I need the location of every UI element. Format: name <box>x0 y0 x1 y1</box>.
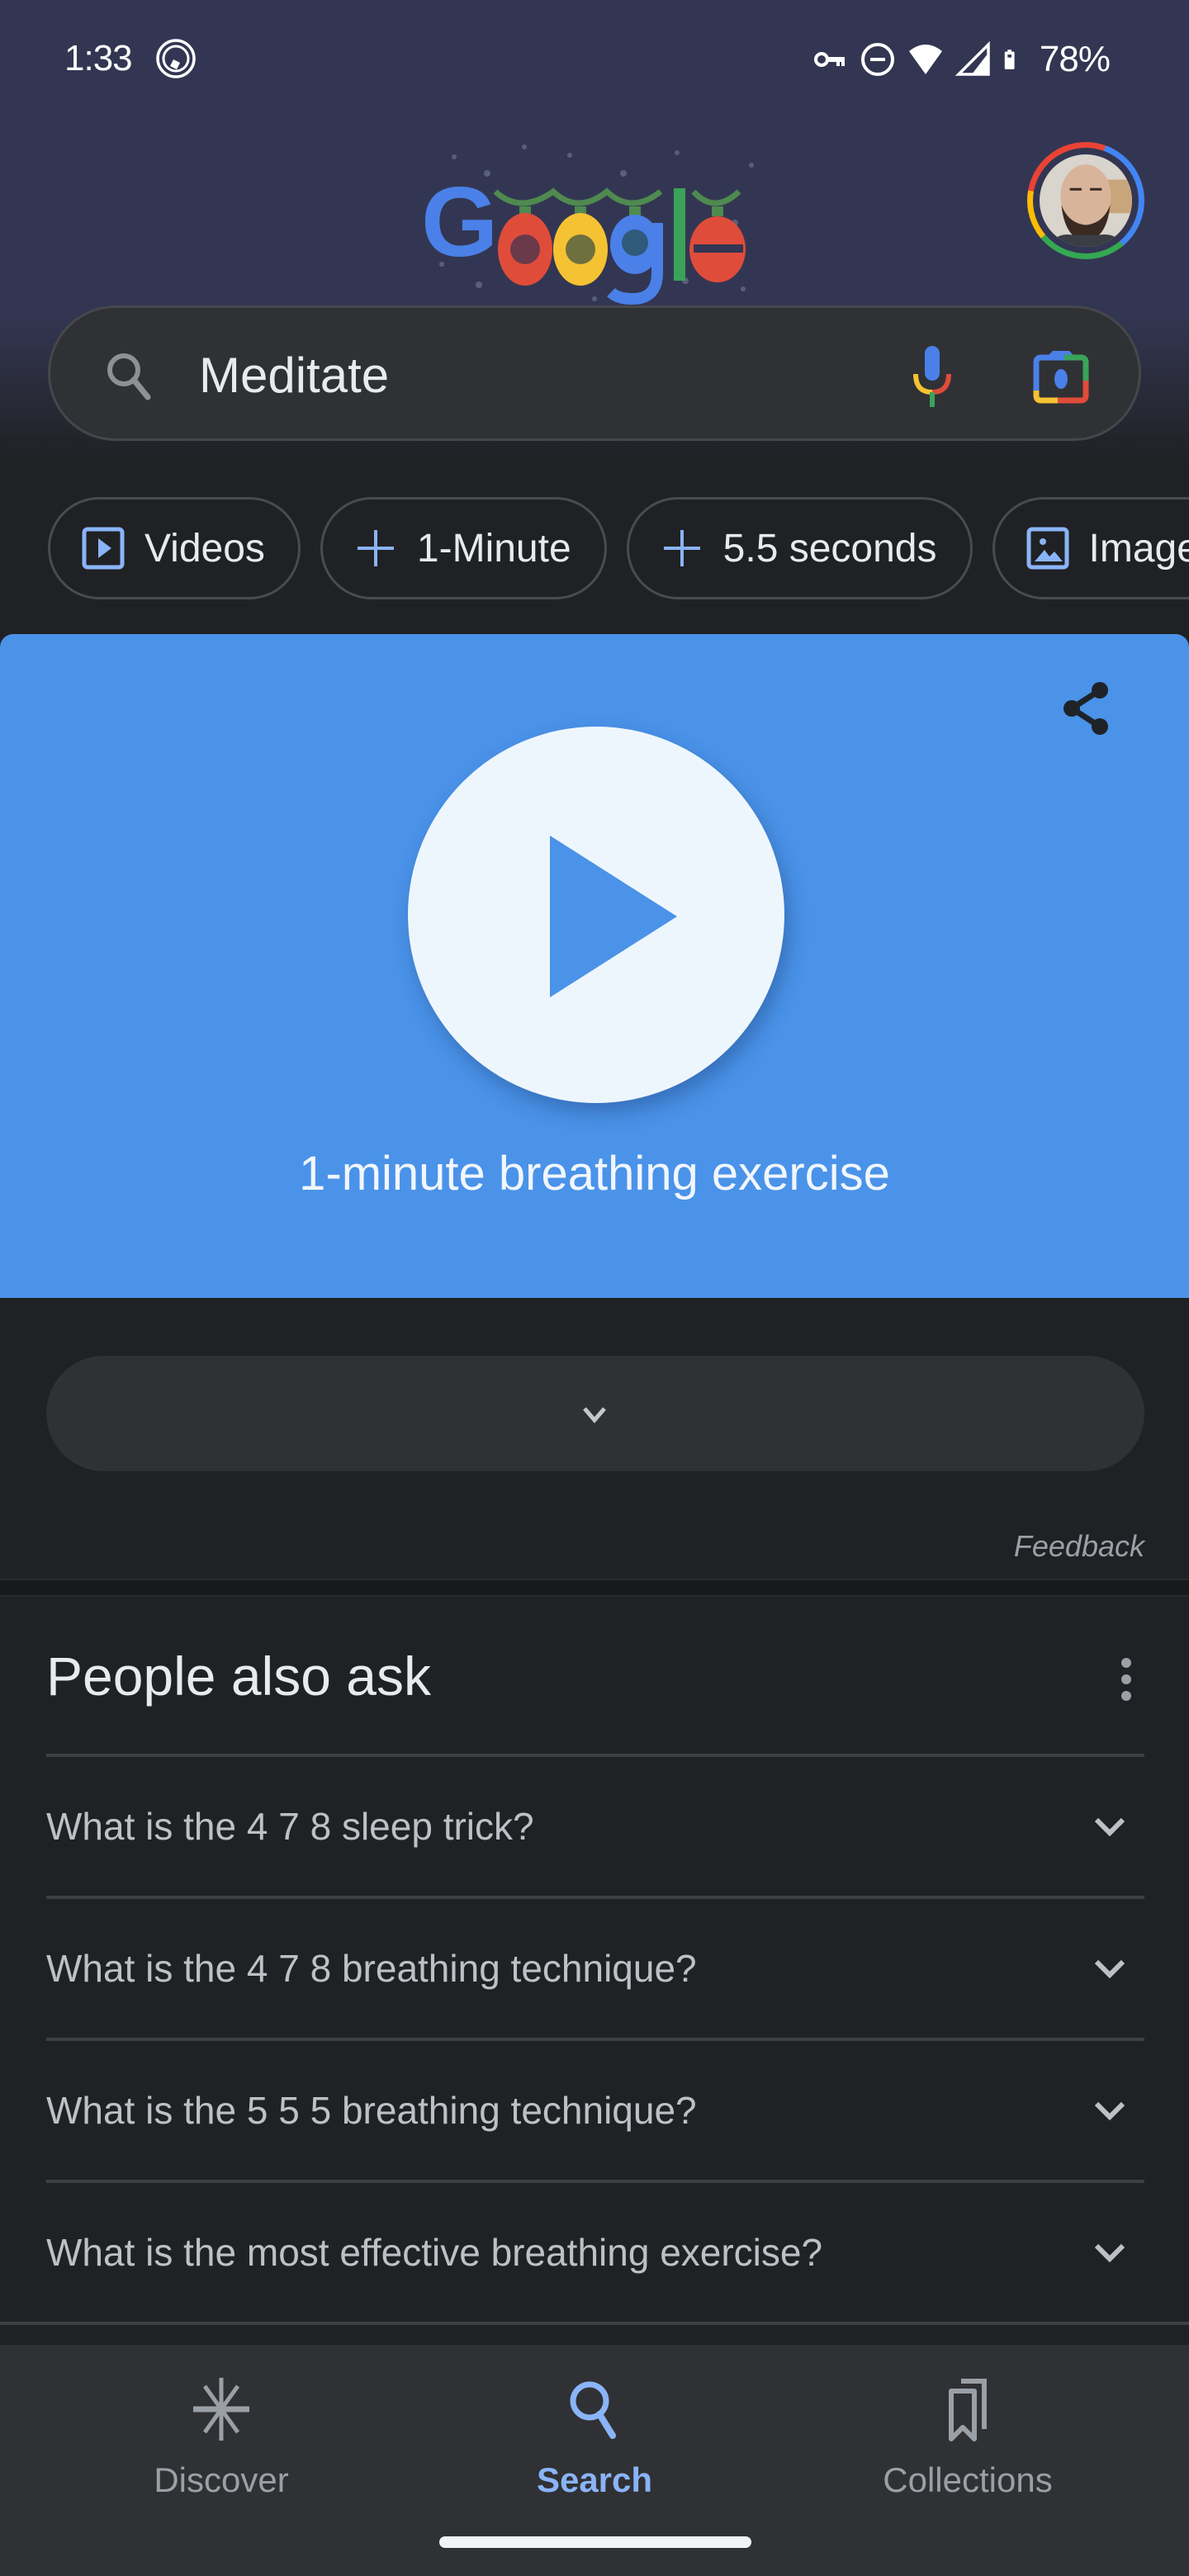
voice-search-mic-icon[interactable] <box>901 344 964 410</box>
paa-question-text: What is the 4 7 8 sleep trick? <box>46 1805 534 1848</box>
doodle-letter-l <box>674 188 685 281</box>
plus-icon <box>357 530 394 566</box>
chip-images[interactable]: Images <box>992 497 1189 599</box>
image-icon <box>1026 527 1068 570</box>
chip-videos[interactable]: Videos <box>48 497 301 599</box>
bulb-yellow <box>553 206 608 286</box>
search-icon[interactable] <box>102 348 158 404</box>
list-divider <box>0 2322 1189 2325</box>
nav-label: Discover <box>154 2460 289 2499</box>
discover-asterisk-icon <box>193 2378 249 2441</box>
google-lens-camera-icon[interactable] <box>1028 344 1094 410</box>
bulb-blue-g <box>607 206 663 305</box>
video-icon <box>82 527 125 570</box>
home-gesture-bar[interactable] <box>439 2536 751 2548</box>
chip-1-minute[interactable]: 1-Minute <box>320 497 607 599</box>
battery-icon <box>1004 50 1015 69</box>
chevron-down-icon <box>1094 1817 1125 1837</box>
chevron-down-icon <box>1094 1959 1125 1979</box>
section-divider <box>0 1579 1189 1597</box>
people-also-ask-list: What is the 4 7 8 sleep trick? What is t… <box>46 1754 1144 2322</box>
account-avatar[interactable] <box>1027 142 1144 259</box>
breathing-exercise-player: 1-minute breathing exercise <box>0 634 1189 1298</box>
chevron-down-icon <box>1094 2101 1125 2121</box>
search-bar[interactable] <box>48 305 1141 441</box>
status-time: 1:33 <box>64 38 133 78</box>
paa-question-text: What is the most effective breathing exe… <box>46 2231 823 2274</box>
chevron-down-icon <box>1094 2243 1125 2263</box>
app-notification-icon <box>156 39 196 78</box>
google-doodle-logo[interactable]: G <box>405 140 784 305</box>
paa-question[interactable]: What is the most effective breathing exe… <box>46 2180 1144 2322</box>
plus-icon <box>663 530 700 566</box>
doodle-letter-g: G <box>421 167 498 277</box>
chip-label: Videos <box>144 526 265 571</box>
more-options-icon[interactable] <box>1111 1656 1141 1702</box>
feedback-link[interactable]: Feedback <box>1014 1529 1144 1564</box>
nav-collections[interactable]: Collections <box>844 2375 1092 2500</box>
paa-question[interactable]: What is the 4 7 8 breathing technique? <box>46 1896 1144 2038</box>
collections-bookmark-icon <box>949 2379 987 2441</box>
nav-discover[interactable]: Discover <box>97 2375 345 2500</box>
search-icon <box>570 2381 616 2439</box>
bulb-red <box>498 206 552 286</box>
status-icons: 78% <box>812 36 1111 83</box>
paa-question-text: What is the 5 5 5 breathing technique? <box>46 2089 697 2132</box>
player-title: 1-minute breathing exercise <box>299 1147 890 1200</box>
people-also-ask-title: People also ask <box>46 1646 431 1707</box>
paa-question[interactable]: What is the 5 5 5 breathing technique? <box>46 2038 1144 2180</box>
chip-label: Images <box>1088 526 1189 571</box>
chip-label: 5.5 seconds <box>722 526 937 571</box>
filter-chips: Videos 1-Minute 5.5 seconds Images <box>48 497 1189 599</box>
light-wire <box>493 187 741 206</box>
play-icon <box>550 836 677 997</box>
battery-percent: 78% <box>1039 39 1111 79</box>
status-bar: 1:33 78% <box>0 0 1189 116</box>
bulb-red-e <box>689 206 746 282</box>
avatar-photo <box>1040 154 1132 247</box>
play-button[interactable] <box>408 727 784 1103</box>
wifi-icon <box>908 45 942 74</box>
expand-button[interactable] <box>46 1356 1144 1471</box>
chip-label: 1-Minute <box>416 526 571 571</box>
search-input[interactable] <box>199 338 860 412</box>
nav-label: Search <box>536 2460 653 2499</box>
chip-5-5-seconds[interactable]: 5.5 seconds <box>626 497 973 599</box>
do-not-disturb-icon <box>860 43 894 76</box>
paa-question-text: What is the 4 7 8 breathing technique? <box>46 1947 697 1990</box>
nav-search[interactable]: Search <box>471 2375 718 2500</box>
chevron-down-icon <box>583 1407 606 1423</box>
paa-question[interactable]: What is the 4 7 8 sleep trick? <box>46 1754 1144 1896</box>
cellular-signal-icon <box>955 41 990 76</box>
share-icon[interactable] <box>1054 675 1120 741</box>
vpn-key-icon <box>813 52 845 67</box>
nav-label: Collections <box>883 2460 1053 2499</box>
